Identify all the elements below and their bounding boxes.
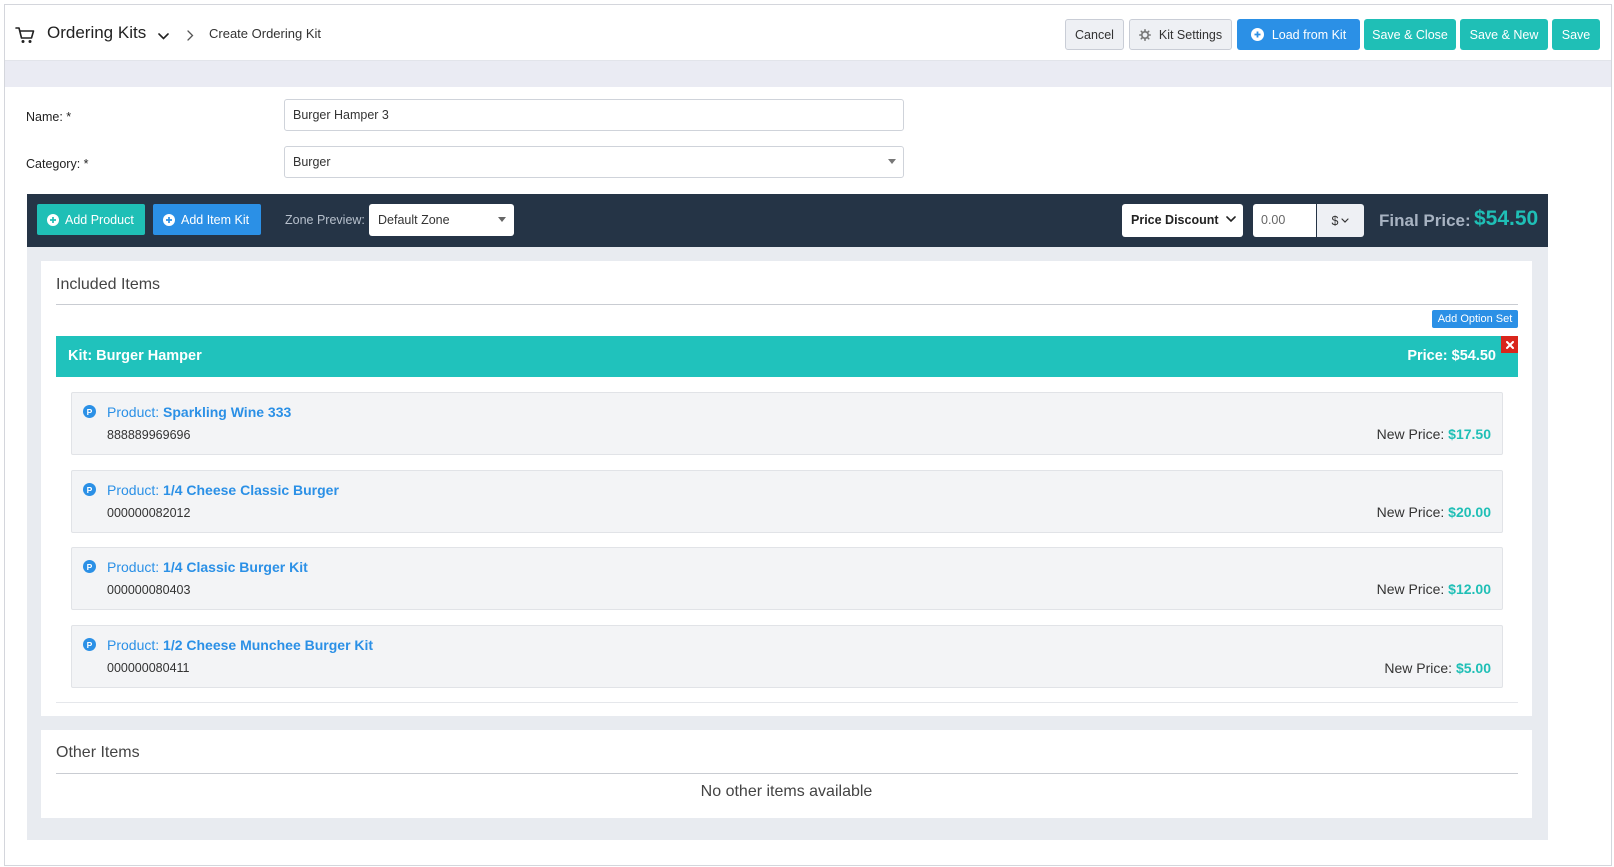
save-button[interactable]: Save <box>1552 19 1600 50</box>
discount-amount-input[interactable]: 0.00 <box>1253 204 1316 237</box>
product-new-price: New Price: $12.00 <box>1377 581 1491 597</box>
save-and-new-button[interactable]: Save & New <box>1460 19 1548 50</box>
name-label: Name: * <box>26 110 72 124</box>
header-subbar <box>5 61 1611 87</box>
save-and-close-label: Save & Close <box>1372 27 1448 42</box>
empty-state-text: No other items available <box>700 783 873 800</box>
new-price-label: New Price: <box>1384 660 1456 676</box>
kit-name: Kit: Burger Hamper <box>68 348 202 364</box>
plus-circle-icon <box>47 213 59 226</box>
breadcrumb: Create Ordering Kit <box>209 26 321 41</box>
zone-preview-label: Zone Preview: <box>285 213 365 227</box>
divider <box>56 773 1518 774</box>
category-label: Category: * <box>26 157 89 171</box>
close-icon <box>1505 340 1514 349</box>
product-new-price: New Price: $17.50 <box>1377 426 1491 442</box>
chevron-down-icon <box>1341 218 1350 223</box>
load-from-kit-label: Load from Kit <box>1271 27 1347 42</box>
product-new-price: New Price: $20.00 <box>1377 504 1491 520</box>
product-badge-icon: P <box>83 483 96 496</box>
product-title: Product: Sparkling Wine 333 <box>107 404 291 420</box>
add-product-button[interactable]: Add Product <box>37 204 145 235</box>
add-item-kit-label: Add Item Kit <box>181 212 250 227</box>
product-prefix: Product: <box>107 482 164 498</box>
product-name-link[interactable]: 1/4 Cheese Classic Burger <box>163 482 339 498</box>
final-price-value: $54.50 <box>1474 207 1539 230</box>
gear-icon <box>1138 28 1151 41</box>
discount-type-select[interactable]: Price Discount <box>1122 204 1243 237</box>
kit-settings-button[interactable]: Kit Settings <box>1129 19 1232 50</box>
product-sku: 000000080411 <box>107 661 190 675</box>
kit-price: Price: $54.50 <box>1407 348 1496 364</box>
product-prefix: Product: <box>107 559 164 575</box>
product-prefix: Product: <box>107 404 164 420</box>
kit-settings-label: Kit Settings <box>1158 27 1223 42</box>
product-title: Product: 1/4 Cheese Classic Burger <box>107 482 339 498</box>
chevron-down-icon <box>1226 216 1236 223</box>
product-title: Product: 1/4 Classic Burger Kit <box>107 559 308 575</box>
chevron-down-icon[interactable] <box>158 33 169 40</box>
new-price-value: $5.00 <box>1455 660 1491 676</box>
plus-circle-icon <box>163 213 175 226</box>
kit-toolbar: Add Product Add Item Kit Zone Preview: D… <box>27 194 1548 247</box>
divider <box>56 304 1518 305</box>
add-option-set-button[interactable]: Add Option Set <box>1432 310 1518 328</box>
new-price-value: $20.00 <box>1448 504 1491 520</box>
divider <box>56 702 1518 703</box>
add-item-kit-button[interactable]: Add Item Kit <box>153 204 261 235</box>
product-item: P Product: 1/4 Classic Burger Kit 000000… <box>71 547 1503 610</box>
category-value: Burger <box>293 155 331 169</box>
product-name-link[interactable]: 1/2 Cheese Munchee Burger Kit <box>163 637 373 653</box>
product-sku: 888889969696 <box>107 428 191 442</box>
currency-symbol: $ <box>1331 213 1339 228</box>
app-window: Ordering Kits Create Ordering Kit Cancel… <box>4 4 1612 866</box>
product-title: Product: 1/2 Cheese Munchee Burger Kit <box>107 637 373 653</box>
caret-down-icon <box>498 217 506 222</box>
save-and-close-button[interactable]: Save & Close <box>1364 19 1456 50</box>
product-name-link[interactable]: Sparkling Wine 333 <box>163 404 291 420</box>
final-price-label: Final Price: <box>1379 211 1471 230</box>
product-item: P Product: Sparkling Wine 333 8888899696… <box>71 392 1503 455</box>
zone-preview-select[interactable]: Default Zone <box>369 204 514 236</box>
save-and-new-label: Save & New <box>1469 27 1539 42</box>
product-prefix: Product: <box>107 637 164 653</box>
included-items-title: Included Items <box>56 276 161 293</box>
plus-circle-icon <box>1250 28 1264 41</box>
add-product-label: Add Product <box>65 212 134 227</box>
other-items-title: Other Items <box>56 744 140 761</box>
category-select[interactable]: Burger <box>284 146 904 178</box>
new-price-label: New Price: <box>1376 581 1449 597</box>
page-header: Ordering Kits Create Ordering Kit Cancel… <box>5 5 1611 61</box>
product-name-link[interactable]: 1/4 Classic Burger Kit <box>163 559 308 575</box>
currency-dropdown-button[interactable]: $ <box>1317 204 1364 237</box>
other-items-panel: Other Items No other items available <box>41 730 1532 818</box>
zone-preview-value: Default Zone <box>378 213 450 227</box>
product-item: P Product: 1/2 Cheese Munchee Burger Kit… <box>71 625 1503 688</box>
remove-kit-button[interactable] <box>1501 336 1518 353</box>
cart-icon <box>15 27 35 43</box>
new-price-value: $12.00 <box>1448 581 1491 597</box>
app-title: Ordering Kits <box>47 23 147 42</box>
product-badge-icon: P <box>83 638 96 651</box>
cancel-button[interactable]: Cancel <box>1065 19 1124 50</box>
save-label: Save <box>1561 27 1591 42</box>
chevron-right-icon <box>187 30 194 41</box>
name-input[interactable]: Burger Hamper 3 <box>284 99 904 131</box>
product-new-price: New Price: $5.00 <box>1384 660 1491 676</box>
product-sku: 000000080403 <box>107 583 191 597</box>
new-price-label: New Price: <box>1376 504 1449 520</box>
product-badge-icon: P <box>83 560 96 573</box>
new-price-label: New Price: <box>1376 426 1449 442</box>
cancel-button-label: Cancel <box>1075 27 1114 42</box>
product-sku: 000000082012 <box>107 506 191 520</box>
kit-header-bar: Kit: Burger Hamper Price: $54.50 <box>56 336 1518 377</box>
product-item: P Product: 1/4 Cheese Classic Burger 000… <box>71 470 1503 533</box>
load-from-kit-button[interactable]: Load from Kit <box>1237 19 1360 50</box>
product-badge-icon: P <box>83 405 96 418</box>
new-price-value: $17.50 <box>1448 426 1491 442</box>
included-items-panel: Included Items Add Option Set Kit: Burge… <box>41 261 1532 716</box>
caret-down-icon <box>888 159 896 164</box>
discount-type-value: Price Discount <box>1131 213 1219 227</box>
